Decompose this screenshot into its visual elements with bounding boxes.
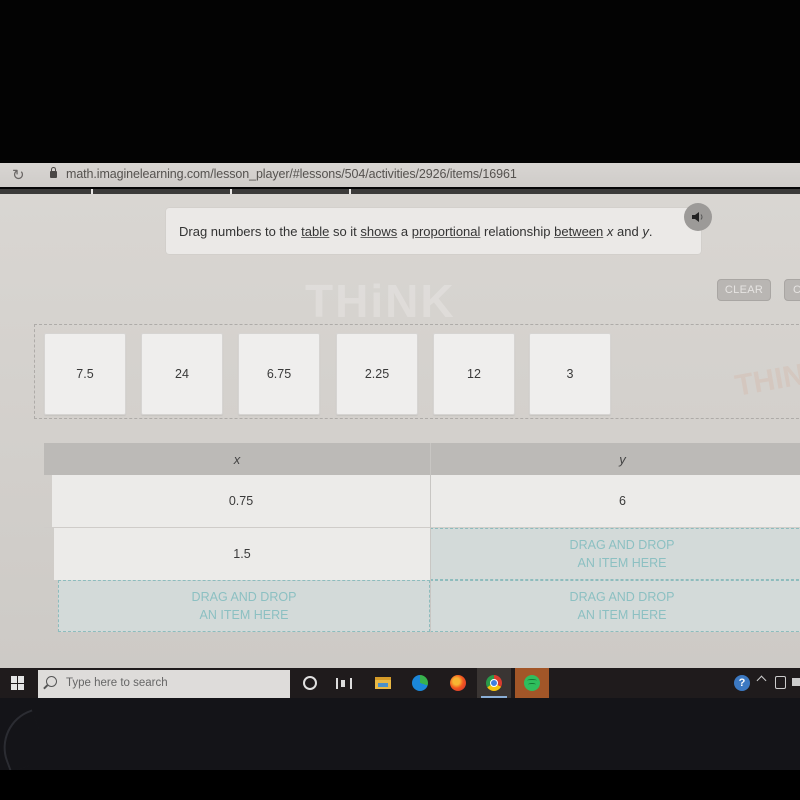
firefox-button[interactable] <box>441 668 475 698</box>
drop-zone-label: DRAG AND DROP AN ITEM HERE <box>191 590 297 622</box>
drop-zone-y-row3[interactable]: DRAG AND DROP AN ITEM HERE <box>430 580 800 632</box>
speaker-icon <box>692 212 703 222</box>
spotify-button[interactable] <box>515 668 549 698</box>
photo-dark-border-top <box>0 0 800 163</box>
meet-now-icon[interactable] <box>775 676 786 689</box>
clear-button[interactable]: CLEAR <box>717 279 771 301</box>
firefox-icon <box>450 675 466 691</box>
think-watermark: THiNK <box>305 275 456 327</box>
chrome-icon <box>486 675 502 691</box>
number-tile[interactable]: 6.75 <box>238 333 320 415</box>
browser-address-bar: ↻ math.imaginelearning.com/lesson_player… <box>0 163 800 187</box>
table-cell-x-row2: 1.5 <box>54 528 430 580</box>
task-view-icon <box>336 677 352 689</box>
table-cell-y-row1: 6 <box>431 475 800 527</box>
search-icon <box>46 676 57 687</box>
column-header-y: y <box>619 451 626 467</box>
windows-taskbar: Type here to search ? <box>0 668 800 698</box>
lock-icon[interactable] <box>50 167 57 178</box>
drop-zone-y-row2[interactable]: DRAG AND DROP AN ITEM HERE <box>430 528 800 580</box>
cortana-icon <box>303 676 317 690</box>
reload-icon[interactable]: ↻ <box>12 166 25 184</box>
table-header-row: x y <box>44 443 800 475</box>
chevron-up-icon[interactable] <box>756 675 767 686</box>
battery-icon[interactable] <box>792 678 800 686</box>
instruction-segment: Drag numbers to the <box>179 223 302 239</box>
glossary-link[interactable]: shows <box>360 224 397 239</box>
instruction-segment: and <box>613 223 643 239</box>
number-tiles-tray: 7.5 24 6.75 2.25 12 3 <box>34 324 800 419</box>
number-tile[interactable]: 12 <box>433 333 515 415</box>
instruction-segment: a <box>397 223 412 239</box>
glossary-link[interactable]: between <box>554 224 603 239</box>
column-divider <box>430 443 431 633</box>
search-placeholder: Type here to search <box>66 677 168 689</box>
windows-start-icon[interactable] <box>11 676 25 690</box>
audio-button[interactable] <box>684 203 712 231</box>
proportion-table: x y 0.75 6 1.5 DRAG AND DROP AN ITEM HERE… <box>44 443 800 633</box>
cortana-button[interactable] <box>293 668 327 698</box>
instruction-segment: so it <box>329 223 361 239</box>
glossary-link[interactable]: table <box>301 224 329 239</box>
edge-icon <box>412 675 428 691</box>
table-cell-x-row1: 0.75 <box>52 475 430 527</box>
folder-icon <box>375 677 391 689</box>
file-explorer-button[interactable] <box>366 668 400 698</box>
check-button[interactable]: C <box>784 279 800 301</box>
column-header-x: x <box>233 451 241 467</box>
edge-button[interactable] <box>403 668 437 698</box>
number-tile[interactable]: 2.25 <box>336 333 418 415</box>
url-text[interactable]: math.imaginelearning.com/lesson_player/#… <box>66 167 517 181</box>
photo-desk-area <box>0 698 800 770</box>
drop-zone-x-row3[interactable]: DRAG AND DROP AN ITEM HERE <box>58 580 430 632</box>
instruction-segment: relationship <box>480 223 555 239</box>
taskbar-search-input[interactable]: Type here to search <box>38 670 290 698</box>
drop-zone-label: DRAG AND DROP AN ITEM HERE <box>569 538 675 570</box>
number-tile[interactable]: 7.5 <box>44 333 126 415</box>
spotify-icon <box>524 675 540 691</box>
instruction-prompt: Drag numbers to the table so it shows a … <box>166 208 701 254</box>
glossary-link[interactable]: proportional <box>412 224 481 239</box>
photo-dark-border-bottom <box>0 770 800 800</box>
lesson-page: THiNK THIN Drag numbers to the table so … <box>0 194 800 668</box>
help-icon[interactable]: ? <box>734 675 750 691</box>
number-tile[interactable]: 24 <box>141 333 223 415</box>
drop-zone-label: DRAG AND DROP AN ITEM HERE <box>569 590 675 622</box>
chrome-button[interactable] <box>477 668 511 698</box>
instruction-segment: . <box>648 223 653 239</box>
task-view-button[interactable] <box>327 668 361 698</box>
instruction-text: Drag numbers to the table so it shows a … <box>179 224 652 239</box>
number-tile[interactable]: 3 <box>529 333 611 415</box>
